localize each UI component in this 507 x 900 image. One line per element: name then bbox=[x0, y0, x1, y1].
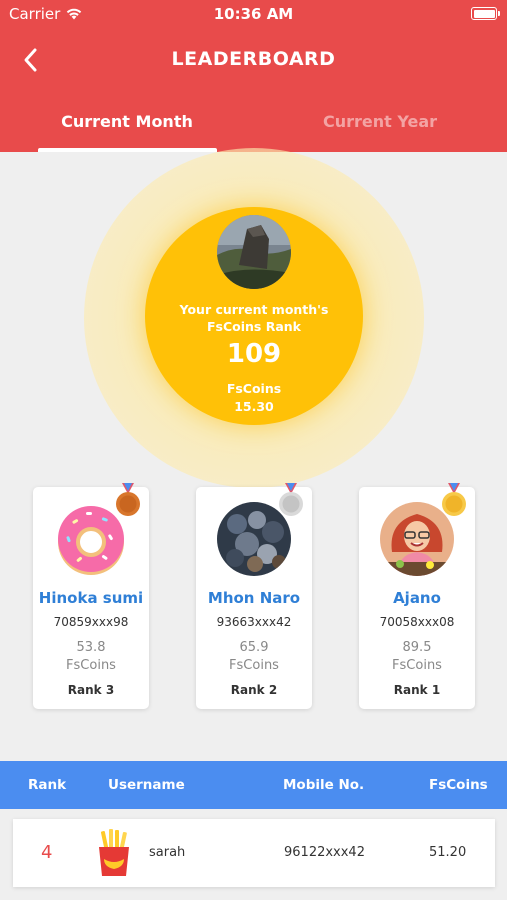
player-coins-label: FsCoins bbox=[229, 658, 279, 673]
tab-current-year[interactable]: Current Year bbox=[290, 112, 470, 131]
podium-card-rank-3[interactable]: Hinoka sumi 70859xxx98 53.8 FsCoins Rank… bbox=[33, 483, 149, 709]
bronze-medal-icon bbox=[116, 483, 140, 516]
player-rank: Rank 1 bbox=[393, 683, 441, 697]
rank-number: 109 bbox=[226, 339, 282, 369]
rank-caption-line2: FsCoins Rank bbox=[207, 319, 301, 334]
player-mobile: 93663xxx42 bbox=[216, 615, 292, 629]
player-rank: Rank 2 bbox=[230, 683, 278, 697]
status-bar: Carrier 10:36 AM bbox=[0, 0, 507, 28]
column-header-rank: Rank bbox=[28, 777, 67, 793]
podium-card-rank-1[interactable]: Ajano 70058xxx08 89.5 FsCoins Rank 1 bbox=[359, 483, 475, 709]
coins-value: 15.30 bbox=[234, 399, 274, 414]
avatar bbox=[217, 502, 291, 576]
player-name: Hinoka sumi bbox=[38, 589, 144, 607]
row-mobile: 96122xxx42 bbox=[284, 845, 365, 860]
player-coins: 89.5 bbox=[402, 640, 432, 655]
gold-medal-icon bbox=[442, 483, 466, 516]
rank-caption-line1: Your current month's bbox=[179, 302, 329, 317]
player-mobile: 70058xxx08 bbox=[379, 615, 455, 629]
column-header-username: Username bbox=[108, 777, 185, 793]
player-coins-label: FsCoins bbox=[66, 658, 116, 673]
battery-icon bbox=[471, 7, 500, 20]
coins-label: FsCoins bbox=[226, 381, 282, 396]
table-row[interactable]: 4 sarah 96122xxx42 51.20 bbox=[13, 819, 495, 887]
row-rank: 4 bbox=[41, 842, 53, 863]
row-coins: 51.20 bbox=[429, 845, 467, 860]
rank-caption: Your current month's FsCoins Rank bbox=[145, 301, 363, 335]
player-name: Ajano bbox=[393, 589, 441, 607]
page-title: LEADERBOARD bbox=[171, 48, 336, 70]
player-coins-label: FsCoins bbox=[392, 658, 442, 673]
avatar bbox=[54, 502, 128, 576]
current-rank-circle: Your current month's FsCoins Rank 109 Fs… bbox=[145, 207, 363, 425]
row-username: sarah bbox=[149, 845, 186, 860]
fries-icon bbox=[99, 829, 129, 876]
tab-current-month[interactable]: Current Month bbox=[37, 112, 217, 131]
avatar bbox=[380, 502, 454, 576]
player-name: Mhon Naro bbox=[207, 589, 301, 607]
silver-medal-icon bbox=[279, 483, 303, 516]
podium-card-rank-2[interactable]: Mhon Naro 93663xxx42 65.9 FsCoins Rank 2 bbox=[196, 483, 312, 709]
leaderboard-table-header: Rank Username Mobile No. FsCoins bbox=[0, 761, 507, 809]
active-tab-indicator bbox=[38, 148, 217, 152]
column-header-mobile: Mobile No. bbox=[283, 777, 365, 793]
app-header: Carrier 10:36 AM LEADERBOARD Current Mon… bbox=[0, 0, 507, 152]
user-avatar bbox=[217, 215, 291, 289]
player-coins: 53.8 bbox=[76, 640, 106, 655]
status-time: 10:36 AM bbox=[213, 5, 294, 23]
player-rank: Rank 3 bbox=[67, 683, 115, 697]
player-coins: 65.9 bbox=[239, 640, 269, 655]
player-mobile: 70859xxx98 bbox=[53, 615, 129, 629]
column-header-coins: FsCoins bbox=[429, 777, 488, 793]
